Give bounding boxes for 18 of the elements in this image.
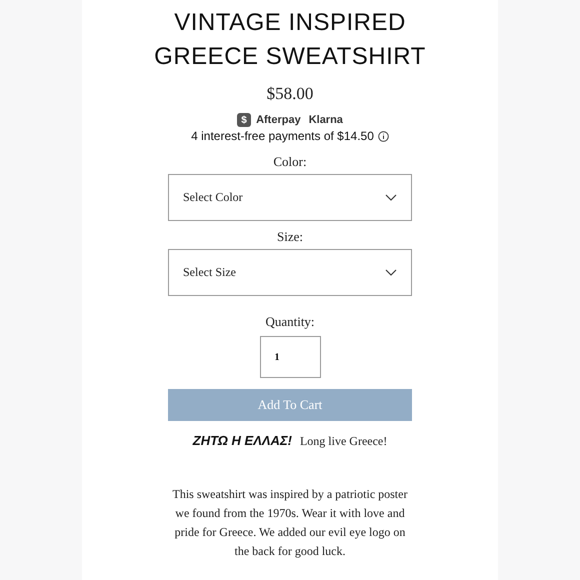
select-dropdown[interactable]: Select Color — [168, 174, 412, 221]
greek-slogan: ΖΗΤΩ Η ΕΛΛΑΣ! — [192, 433, 292, 448]
klarna-label: Klarna — [308, 114, 343, 126]
field-label: Size: — [277, 229, 303, 245]
select-dropdown[interactable]: Select Size — [168, 249, 412, 296]
product-description: This sweatshirt was inspired by a patriotic poster we found from the 1970s. Wear it with love and pride for Greece. We added our evil eye logo on the back for good luck. — [172, 486, 408, 560]
afterpay-label: Afterpay — [256, 114, 301, 126]
chevron-down-icon — [385, 194, 397, 201]
slogan-translation: Long live Greece! — [300, 434, 388, 449]
chevron-down-icon — [385, 269, 397, 276]
quantity-field[interactable]: 1 — [260, 336, 320, 378]
installment-text: 4 interest-free payments of $14.50 — [191, 129, 374, 143]
product-price: $58.00 — [266, 84, 314, 104]
field-label: Color: — [273, 154, 307, 170]
product-title: VINTAGE INSPIRED GREECE SWEATSHIRT — [153, 8, 427, 72]
afterpay-logo-icon: $ — [237, 113, 252, 127]
quantity-label: Quantity: — [265, 314, 315, 330]
info-icon[interactable] — [378, 130, 389, 142]
